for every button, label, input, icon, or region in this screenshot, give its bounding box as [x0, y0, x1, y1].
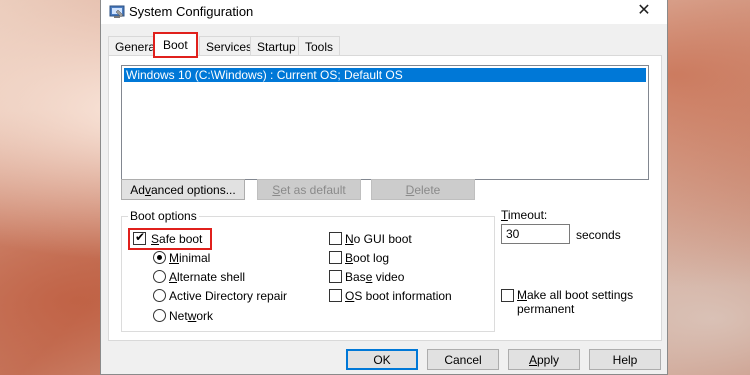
- network-label: Network: [169, 309, 214, 323]
- desktop-wallpaper-left: [0, 0, 100, 375]
- timeout-input[interactable]: [501, 224, 570, 244]
- make-permanent-label: Make all boot settings permanent: [517, 288, 634, 316]
- tab-label: General: [115, 40, 158, 54]
- delete-button[interactable]: Delete: [371, 179, 475, 200]
- checkmark-icon: ✔: [135, 230, 146, 244]
- system-configuration-window: System Configuration ✕ General Boot Serv…: [100, 0, 668, 375]
- help-button[interactable]: Help: [589, 349, 661, 370]
- system-configuration-icon: [109, 5, 125, 18]
- timeout-label: Timeout:: [501, 208, 548, 222]
- boot-options-label: Boot options: [128, 209, 199, 223]
- base-video-label: Base video: [345, 270, 405, 284]
- window-title: System Configuration: [129, 4, 254, 19]
- alternate-shell-label: Alternate shell: [169, 270, 246, 284]
- minimal-radio[interactable]: [153, 251, 166, 264]
- alternate-shell-radio[interactable]: [153, 270, 166, 283]
- boot-entry-list[interactable]: Windows 10 (C:\Windows) : Current OS; De…: [121, 65, 649, 180]
- title-bar[interactable]: System Configuration ✕: [101, 0, 667, 24]
- tab-label: Boot: [163, 38, 188, 52]
- active-directory-repair-label: Active Directory repair: [169, 289, 288, 303]
- base-video-checkbox[interactable]: [329, 270, 342, 283]
- os-boot-information-checkbox[interactable]: [329, 289, 342, 302]
- no-gui-boot-checkbox[interactable]: [329, 232, 342, 245]
- tab-label: Tools: [305, 40, 334, 54]
- make-permanent-checkbox[interactable]: [501, 289, 514, 302]
- boot-options-group: Boot options ✔ Safe boot Minimal Alterna…: [121, 209, 495, 332]
- ok-button[interactable]: OK: [346, 349, 418, 370]
- close-icon: ✕: [637, 2, 651, 19]
- os-boot-information-label: OS boot information: [345, 289, 452, 303]
- set-as-default-button[interactable]: Set as default: [257, 179, 361, 200]
- network-radio[interactable]: [153, 309, 166, 322]
- boot-log-label: Boot log: [345, 251, 390, 265]
- close-button[interactable]: ✕: [621, 0, 667, 24]
- tab-label: Startup: [257, 40, 296, 54]
- boot-log-checkbox[interactable]: [329, 251, 342, 264]
- desktop-wallpaper-right: [668, 0, 750, 375]
- active-directory-repair-radio[interactable]: [153, 289, 166, 302]
- apply-button[interactable]: Apply: [508, 349, 580, 370]
- minimal-label: Minimal: [169, 251, 211, 265]
- safe-boot-checkbox[interactable]: ✔: [133, 230, 146, 245]
- radio-selected-dot: [157, 255, 162, 260]
- tab-boot[interactable]: Boot: [153, 32, 198, 58]
- no-gui-boot-label: No GUI boot: [345, 232, 412, 246]
- cancel-button[interactable]: Cancel: [427, 349, 499, 370]
- tab-label: Services: [206, 40, 253, 54]
- tab-startup[interactable]: Startup: [250, 36, 303, 56]
- safe-boot-row[interactable]: ✔ Safe boot: [128, 228, 212, 250]
- tab-tools[interactable]: Tools: [298, 36, 341, 56]
- boot-tab-panel: Windows 10 (C:\Windows) : Current OS; De…: [108, 55, 662, 341]
- advanced-options-button[interactable]: Advanced options...: [121, 179, 245, 200]
- boot-entry-item[interactable]: Windows 10 (C:\Windows) : Current OS; De…: [124, 68, 646, 82]
- safe-boot-label: Safe boot: [151, 232, 203, 246]
- timeout-unit-label: seconds: [576, 228, 621, 242]
